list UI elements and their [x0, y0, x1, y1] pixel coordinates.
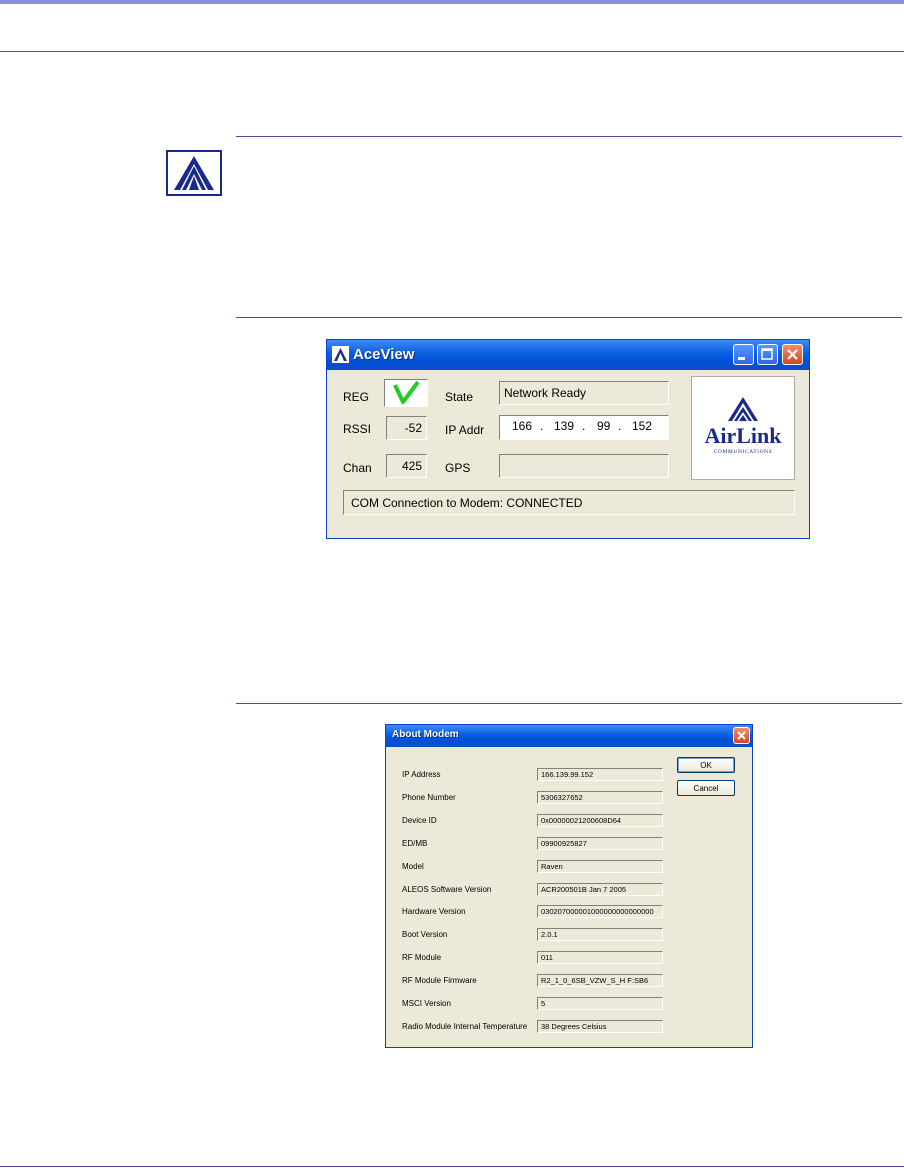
ip-label: IP Addr	[445, 423, 485, 437]
about-field-value: 2.0.1	[537, 928, 663, 942]
about-field-label: IP Address	[402, 770, 441, 779]
aceview-window: AceView REG RSSI -52 Chan 425 State Netw…	[326, 339, 810, 539]
about-field-value: 030207000001000000000000000	[537, 905, 663, 919]
logo-name: AirLink	[704, 423, 782, 448]
about-field-label: Radio Module Internal Temperature	[402, 1021, 528, 1031]
about-field-value: 5306327652	[537, 790, 663, 804]
footer-rule	[0, 1166, 904, 1167]
ip-octet: 152	[632, 419, 653, 433]
about-field-value: ACR200501B Jan 7 2005	[537, 882, 663, 896]
about-modem-window: About Modem OK Cancel IP Address 166.139.…	[385, 724, 753, 1048]
about-field-label: Hardware Version	[402, 907, 466, 917]
maximize-icon	[761, 348, 773, 360]
chan-label: Chan	[343, 461, 372, 475]
ip-octet: 99	[597, 419, 611, 433]
ip-address-field[interactable]: 166 . 139 . 99 . 152	[499, 415, 669, 440]
green-check-icon	[393, 380, 420, 404]
about-field-label: RF Module Firmware	[402, 976, 477, 986]
about-field-label: Device ID	[402, 815, 437, 825]
about-field-label: Phone Number	[402, 792, 456, 802]
header-rule	[0, 51, 904, 52]
about-title: About Modem	[392, 729, 459, 740]
about-field-value: 166.139.99.152	[537, 768, 663, 781]
note-top-rule	[236, 136, 902, 137]
about-field-value: 5	[537, 997, 663, 1010]
about-field-label: RF Module	[402, 953, 442, 963]
rssi-label: RSSI	[343, 422, 372, 436]
about-field-label: MSCI Version	[402, 999, 451, 1008]
chan-value: 425	[386, 454, 427, 478]
close-icon	[737, 731, 746, 740]
about-field-value: 011	[537, 951, 663, 965]
aceview-title: AceView	[353, 346, 415, 363]
reg-indicator	[384, 379, 428, 407]
ip-octet: 166	[512, 419, 533, 433]
top-accent-bar	[0, 0, 904, 4]
minimize-icon	[738, 357, 745, 360]
about-close-button[interactable]	[733, 727, 750, 744]
about-field-value: 0x00000021200608D64	[537, 813, 663, 827]
airlink-note-icon	[166, 150, 222, 196]
about-field-label: Model	[402, 861, 424, 871]
connection-status: COM Connection to Modem: CONNECTED	[343, 490, 795, 515]
about-field-label: ALEOS Software Version	[402, 884, 492, 894]
about-field-value: R2_1_0_6SB_VZW_S_H F:SB6	[537, 974, 663, 988]
state-label: State	[445, 390, 474, 404]
about-field-value: 38 Degrees Celsius	[537, 1019, 663, 1033]
about-field-label: Boot Version	[402, 930, 448, 940]
close-button[interactable]	[782, 344, 803, 365]
logo-sub: COMMUNICATIONS	[713, 449, 773, 455]
aceview-app-icon	[332, 346, 349, 363]
ip-octet: 139	[554, 419, 575, 433]
gps-label: GPS	[445, 461, 471, 475]
gps-value	[499, 454, 669, 478]
about-field-label: ED/MB	[402, 838, 428, 848]
maximize-button[interactable]	[757, 344, 778, 365]
cancel-button[interactable]: Cancel	[677, 780, 735, 796]
rssi-value: -52	[386, 416, 427, 440]
note-bottom-rule	[236, 317, 902, 318]
aceview-title-bar[interactable]: AceView	[327, 340, 809, 370]
about-field-value: Raven	[537, 859, 663, 873]
close-icon	[787, 349, 798, 360]
minimize-button[interactable]	[733, 344, 754, 365]
reg-label: REG	[343, 390, 370, 404]
state-value: Network Ready	[499, 381, 669, 405]
about-field-value: 09900925827	[537, 836, 663, 850]
section-rule	[236, 703, 902, 704]
about-title-bar[interactable]: About Modem	[386, 725, 752, 747]
ok-button[interactable]: OK	[677, 757, 735, 773]
airlink-logo: AirLink COMMUNICATIONS	[691, 376, 795, 480]
